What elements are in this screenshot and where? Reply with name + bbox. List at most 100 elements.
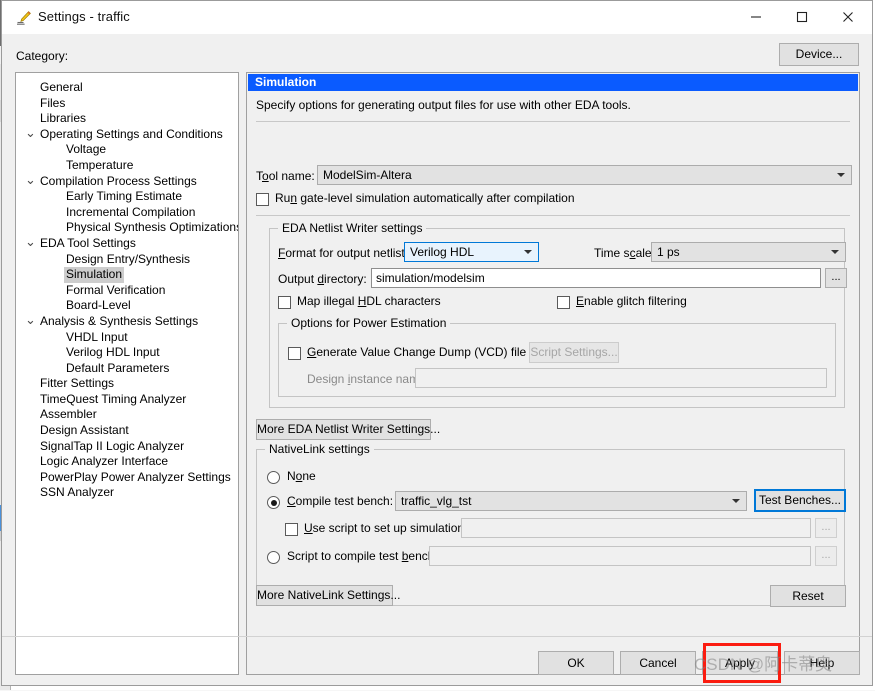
use-script-setup-simulation-label: Use script to set up simulation:	[304, 521, 467, 535]
tree-item-label: Verilog HDL Input	[66, 345, 160, 361]
design-instance-name-input[interactable]	[415, 368, 827, 388]
tree-item-label: Board-Level	[66, 298, 131, 314]
compile-test-bench-combo[interactable]: traffic_vlg_tst	[395, 491, 747, 511]
maximize-button[interactable]	[779, 1, 825, 33]
tree-item-board-level[interactable]: Board-Level	[16, 298, 238, 314]
apply-button[interactable]: Apply	[702, 651, 778, 675]
tool-name-label: Tool name:	[256, 169, 315, 183]
script-compile-browse-button[interactable]: ...	[815, 546, 837, 566]
simulation-settings-panel: Simulation Specify options for generatin…	[246, 72, 860, 675]
tree-item-libraries[interactable]: Libraries	[16, 111, 238, 127]
chevron-down-icon	[837, 173, 845, 177]
reset-button[interactable]: Reset	[770, 585, 846, 607]
nativelink-script-compile-radio[interactable]	[267, 551, 280, 564]
tree-item-timequest-timing-analyzer[interactable]: TimeQuest Timing Analyzer	[16, 392, 238, 408]
panel-header-title: Simulation	[248, 74, 858, 91]
tree-item-formal-verification[interactable]: Formal Verification	[16, 283, 238, 299]
tree-item-files[interactable]: Files	[16, 96, 238, 112]
test-benches-button[interactable]: Test Benches...	[754, 489, 846, 512]
tree-item-label: Formal Verification	[66, 283, 165, 299]
nativelink-compile-test-bench-radio[interactable]	[267, 496, 280, 509]
close-button[interactable]	[825, 1, 871, 33]
tree-item-simulation[interactable]: Simulation	[16, 267, 238, 283]
run-gate-level-label: Run gate-level simulation automatically …	[275, 191, 575, 205]
run-gate-level-checkbox[interactable]	[256, 193, 269, 206]
use-script-browse-button[interactable]: ...	[815, 518, 837, 538]
divider-below-gate-level	[256, 215, 850, 216]
tree-item-operating-settings-and-conditions[interactable]: ⌄Operating Settings and Conditions	[16, 127, 238, 143]
divider-top	[256, 121, 850, 122]
tree-item-label: Voltage	[66, 142, 106, 158]
category-tree[interactable]: GeneralFilesLibraries⌄Operating Settings…	[15, 72, 239, 675]
tree-item-voltage[interactable]: Voltage	[16, 142, 238, 158]
tree-item-label: Fitter Settings	[40, 376, 114, 392]
chevron-down-icon[interactable]: ⌄	[24, 236, 37, 247]
output-directory-browse-button[interactable]: ...	[825, 268, 847, 288]
category-label: Category:	[16, 49, 68, 63]
tree-item-label: Simulation	[64, 267, 124, 283]
format-output-netlist-combo[interactable]: Verilog HDL	[404, 242, 539, 262]
tree-item-logic-analyzer-interface[interactable]: Logic Analyzer Interface	[16, 454, 238, 470]
time-scale-combo[interactable]: 1 ps	[651, 242, 846, 262]
map-illegal-hdl-label: Map illegal HDL characters	[297, 294, 441, 308]
chevron-down-icon	[831, 250, 839, 254]
generate-vcd-checkbox[interactable]	[288, 347, 301, 360]
use-script-setup-simulation-checkbox[interactable]	[285, 523, 298, 536]
tree-item-design-assistant[interactable]: Design Assistant	[16, 423, 238, 439]
more-nativelink-settings-button[interactable]: More NativeLink Settings...	[256, 585, 393, 606]
tree-item-label: Default Parameters	[66, 361, 169, 377]
time-scale-label: Time scale:	[594, 246, 655, 260]
tree-item-fitter-settings[interactable]: Fitter Settings	[16, 376, 238, 392]
script-compile-test-bench-input[interactable]	[429, 546, 811, 566]
help-button[interactable]: Help	[784, 651, 860, 675]
tool-name-combo[interactable]: ModelSim-Altera	[317, 165, 852, 185]
tree-item-design-entry-synthesis[interactable]: Design Entry/Synthesis	[16, 252, 238, 268]
compile-test-bench-value: traffic_vlg_tst	[401, 494, 471, 508]
tree-item-vhdl-input[interactable]: VHDL Input	[16, 330, 238, 346]
tree-item-default-parameters[interactable]: Default Parameters	[16, 361, 238, 377]
tree-item-powerplay-power-analyzer-settings[interactable]: PowerPlay Power Analyzer Settings	[16, 470, 238, 486]
tree-item-signaltap-ii-logic-analyzer[interactable]: SignalTap II Logic Analyzer	[16, 439, 238, 455]
chevron-down-icon[interactable]: ⌄	[24, 127, 37, 138]
tree-item-early-timing-estimate[interactable]: Early Timing Estimate	[16, 189, 238, 205]
tree-item-label: Temperature	[66, 158, 133, 174]
tool-name-value: ModelSim-Altera	[323, 168, 412, 182]
use-script-setup-simulation-input[interactable]	[461, 518, 811, 538]
ok-button[interactable]: OK	[538, 651, 614, 675]
tree-item-physical-synthesis-optimizations[interactable]: Physical Synthesis Optimizations	[16, 220, 238, 236]
nativelink-none-label: None	[287, 469, 316, 483]
cancel-button[interactable]: Cancel	[620, 651, 696, 675]
chevron-down-icon	[524, 250, 532, 254]
tree-item-label: Physical Synthesis Optimizations	[66, 220, 239, 236]
chevron-down-icon[interactable]: ⌄	[24, 314, 37, 325]
tree-item-label: Logic Analyzer Interface	[40, 454, 168, 470]
tree-item-compilation-process-settings[interactable]: ⌄Compilation Process Settings	[16, 174, 238, 190]
tree-item-analysis-synthesis-settings[interactable]: ⌄Analysis & Synthesis Settings	[16, 314, 238, 330]
tree-item-label: Libraries	[40, 111, 86, 127]
minimize-button[interactable]	[733, 1, 779, 33]
tree-item-eda-tool-settings[interactable]: ⌄EDA Tool Settings	[16, 236, 238, 252]
tree-item-verilog-hdl-input[interactable]: Verilog HDL Input	[16, 345, 238, 361]
script-settings-button[interactable]: Script Settings...	[529, 342, 619, 363]
nativelink-none-radio[interactable]	[267, 471, 280, 484]
nativelink-script-compile-label: Script to compile test bench:	[287, 549, 438, 563]
tree-item-label: SignalTap II Logic Analyzer	[40, 439, 184, 455]
more-eda-netlist-writer-settings-button[interactable]: More EDA Netlist Writer Settings...	[256, 419, 431, 440]
map-illegal-hdl-checkbox[interactable]	[278, 296, 291, 309]
design-instance-name-label: Design instance name:	[307, 372, 429, 386]
chevron-down-icon	[732, 499, 740, 503]
tree-item-incremental-compilation[interactable]: Incremental Compilation	[16, 205, 238, 221]
chevron-down-icon[interactable]: ⌄	[24, 174, 37, 185]
tree-item-label: PowerPlay Power Analyzer Settings	[40, 470, 231, 486]
tree-item-temperature[interactable]: Temperature	[16, 158, 238, 174]
tree-item-ssn-analyzer[interactable]: SSN Analyzer	[16, 485, 238, 501]
footer-button-bar: OK Cancel Apply Help	[2, 637, 872, 691]
tree-item-assembler[interactable]: Assembler	[16, 407, 238, 423]
tree-item-label: Early Timing Estimate	[66, 189, 182, 205]
tree-item-general[interactable]: General	[16, 80, 238, 96]
output-directory-input[interactable]: simulation/modelsim	[371, 268, 821, 288]
enable-glitch-filtering-checkbox[interactable]	[557, 296, 570, 309]
tree-item-label: Assembler	[40, 407, 97, 423]
device-button[interactable]: Device...	[779, 43, 859, 66]
time-scale-value: 1 ps	[657, 245, 680, 259]
